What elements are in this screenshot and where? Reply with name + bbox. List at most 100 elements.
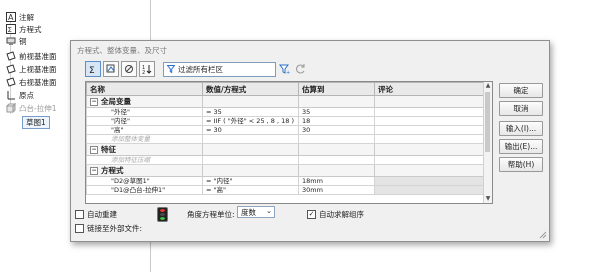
cancel-button[interactable]: 取消 [499, 101, 543, 116]
column-header-value[interactable]: 数值/方程式 [202, 82, 299, 96]
ordered-view-button[interactable]: 12 [139, 61, 155, 77]
table-row[interactable]: "D1@凸台-拉伸1" = "高" 30mm [86, 185, 485, 195]
table-header-row: 名称 数值/方程式 估算到 评论 [86, 82, 485, 96]
tree-item-equations[interactable]: Σ 方程式 [6, 23, 42, 35]
tree-label: 铜 [19, 36, 27, 46]
collapse-icon[interactable]: − [90, 98, 98, 106]
filter-field[interactable]: 过滤所有栏区 [163, 61, 276, 77]
checkbox-box[interactable] [75, 210, 84, 219]
equations-table: 名称 数值/方程式 估算到 评论 − 全局变量 "外径" = 35 35 "内径… [85, 81, 493, 204]
section-features[interactable]: − 特征 [86, 143, 485, 156]
ok-button[interactable]: 确定 [499, 83, 543, 98]
tree-item-origin[interactable]: 原点 [6, 89, 34, 101]
row-name[interactable]: "高" [86, 125, 203, 135]
link-external-file-checkbox[interactable]: 链接至外部文件: [75, 223, 142, 234]
angle-unit-select[interactable]: 度数 ⌄ [237, 206, 275, 218]
angle-unit-label: 角度方程单位: [187, 210, 235, 219]
add-feature-suppression-row[interactable]: 添加特征压缩 [86, 155, 485, 165]
empty-cell [298, 134, 375, 144]
tree-label: 原点 [19, 90, 34, 100]
tree-label: 凸台-拉伸1 [19, 103, 57, 113]
collapse-icon[interactable]: − [90, 167, 98, 175]
row-value[interactable]: = "内径" [202, 176, 299, 186]
column-header-name[interactable]: 名称 [86, 82, 203, 96]
refresh-button[interactable] [294, 62, 308, 76]
boss-extrude-icon [6, 103, 16, 113]
tree-item-front-plane[interactable]: 前视基准面 [6, 50, 57, 62]
scroll-up-icon[interactable]: ▲ [484, 82, 492, 90]
equation-view-button[interactable]: Σ [85, 61, 101, 77]
rebuild-status-light-icon[interactable] [157, 207, 168, 222]
table-row[interactable]: "D2@草图1" = "内径" 18mm [86, 176, 485, 186]
add-global-variable-cell[interactable]: 添加整体变量 [86, 134, 203, 144]
row-name[interactable]: "D1@凸台-拉伸1" [86, 185, 203, 195]
plane-icon [6, 51, 16, 61]
tree-item-material[interactable]: 铜 [6, 35, 27, 47]
svg-text:2: 2 [142, 70, 145, 74]
auto-solve-order-checkbox[interactable]: ✓ 自动求解组序 [307, 209, 364, 220]
add-global-variable-row[interactable]: 添加整体变量 [86, 134, 485, 144]
tree-label: 草图1 [22, 115, 50, 129]
tree-item-boss-extrude[interactable]: 凸台-拉伸1 [6, 102, 56, 114]
table-row[interactable]: "高" = 30 30 [86, 125, 485, 135]
auto-rebuild-checkbox[interactable]: 自动重建 [75, 209, 117, 220]
help-button[interactable]: 帮助(H) [499, 157, 543, 172]
import-button[interactable]: 输入(I)... [499, 121, 543, 136]
scroll-thumb[interactable] [485, 92, 490, 152]
row-comment[interactable] [374, 185, 485, 195]
row-name[interactable]: "内径" [86, 116, 203, 126]
collapse-icon[interactable]: − [90, 146, 98, 154]
row-value[interactable]: = IIF ( "外径" < 25 , 8 , 18 ) [202, 116, 299, 126]
row-name[interactable]: "外径" [86, 107, 203, 117]
empty-cell [202, 155, 299, 165]
row-comment[interactable] [374, 176, 485, 186]
section-cell [298, 164, 375, 177]
section-cell [202, 95, 299, 108]
add-feature-suppression-cell[interactable]: 添加特征压缩 [86, 155, 203, 165]
row-comment[interactable] [374, 116, 485, 126]
dialog-toolbar: Σ 12 过滤所有栏区 + [85, 61, 308, 77]
scroll-down-icon[interactable]: ▼ [484, 195, 492, 203]
row-name[interactable]: "D2@草图1" [86, 176, 203, 186]
resize-grip-icon[interactable] [539, 231, 547, 239]
column-header-comment[interactable]: 评论 [374, 82, 485, 96]
table-row[interactable]: "内径" = IIF ( "外径" < 25 , 8 , 18 ) 18 [86, 116, 485, 126]
row-value[interactable]: = "高" [202, 185, 299, 195]
section-cell [298, 95, 375, 108]
row-comment[interactable] [374, 125, 485, 135]
filter-options-button[interactable]: + [278, 62, 292, 76]
section-global-variables[interactable]: − 全局变量 [86, 95, 485, 108]
section-label: 特征 [101, 145, 116, 154]
material-icon [6, 36, 16, 46]
section-label-cell: − 方程式 [86, 164, 203, 177]
table-row[interactable]: "外径" = 35 35 [86, 107, 485, 117]
section-label: 方程式 [101, 166, 124, 175]
column-header-evaluates-to[interactable]: 估算到 [298, 82, 375, 96]
tree-label: 右视基准面 [19, 77, 57, 87]
plane-icon [6, 77, 16, 87]
tree-label: 注解 [19, 12, 34, 22]
checkbox-box[interactable] [75, 224, 84, 233]
origin-icon [6, 90, 16, 100]
row-comment[interactable] [374, 107, 485, 117]
section-cell [374, 95, 485, 108]
dimension-view-button[interactable] [121, 61, 137, 77]
checkbox-box[interactable]: ✓ [307, 210, 316, 219]
empty-cell [374, 134, 485, 144]
tree-label: 上视基准面 [19, 64, 57, 74]
section-equations[interactable]: − 方程式 [86, 164, 485, 177]
section-cell [202, 164, 299, 177]
tree-item-annotations[interactable]: A 注解 [6, 11, 34, 23]
empty-cell [298, 155, 375, 165]
row-value[interactable]: = 35 [202, 107, 299, 117]
tree-item-sketch[interactable]: 草图1 [22, 115, 50, 129]
tree-item-top-plane[interactable]: 上视基准面 [6, 63, 57, 75]
checkbox-label: 自动求解组序 [319, 210, 364, 219]
sketch-equation-view-button[interactable] [103, 61, 119, 77]
svg-text:Σ: Σ [89, 66, 95, 74]
table-scrollbar[interactable]: ▲ ▼ [483, 82, 492, 203]
export-button[interactable]: 输出(E)... [499, 139, 543, 154]
row-value[interactable]: = 30 [202, 125, 299, 135]
tree-item-right-plane[interactable]: 右视基准面 [6, 76, 57, 88]
empty-cell [374, 155, 485, 165]
